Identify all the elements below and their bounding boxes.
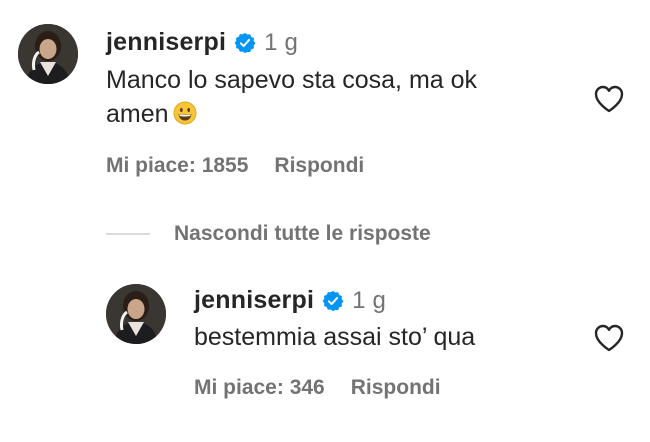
comment-username[interactable]: jenniserpi 1 g — [106, 28, 298, 57]
verified-badge-icon — [234, 32, 256, 54]
username-text[interactable]: jenniserpi — [106, 28, 226, 57]
avatar[interactable] — [106, 284, 166, 344]
reply-actions: Mi piace: 346 Rispondi — [194, 376, 441, 400]
comment-time[interactable]: 1 g — [264, 29, 298, 57]
reply-button[interactable]: Rispondi — [274, 154, 364, 178]
comment-text: Manco lo sapevo sta cosa, ma ok amen — [106, 63, 576, 131]
comment-text-line: amen — [106, 97, 576, 131]
comment-actions: Mi piace: 1855 Rispondi — [106, 154, 364, 178]
hide-replies-button[interactable]: Nascondi tutte le risposte — [174, 222, 431, 246]
replies-divider — [106, 233, 150, 235]
like-heart-icon[interactable] — [594, 324, 624, 352]
reply-username[interactable]: jenniserpi 1 g — [194, 286, 386, 315]
comment-text-line: Manco lo sapevo sta cosa, ma ok — [106, 66, 478, 94]
likes-count[interactable]: Mi piace: 346 — [194, 376, 325, 400]
verified-badge-icon — [322, 290, 344, 312]
reply-time[interactable]: 1 g — [352, 287, 386, 315]
avatar[interactable] — [18, 24, 78, 84]
like-heart-icon[interactable] — [594, 85, 624, 113]
reply-text: bestemmia assai sto’ qua — [194, 323, 476, 351]
reply-button[interactable]: Rispondi — [351, 376, 441, 400]
likes-count[interactable]: Mi piace: 1855 — [106, 154, 248, 178]
grinning-face-icon — [173, 100, 197, 125]
username-text[interactable]: jenniserpi — [194, 286, 314, 315]
